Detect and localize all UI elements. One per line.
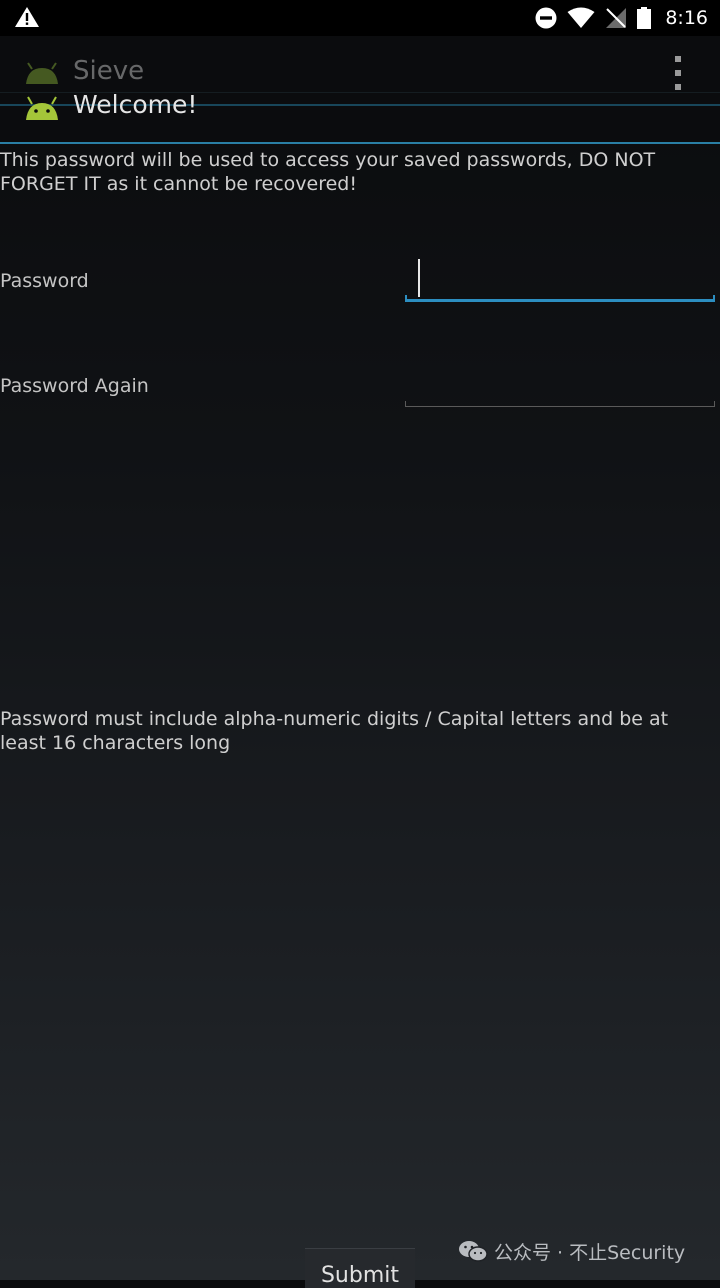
no-signal-icon [606,8,627,28]
do-not-disturb-icon [535,7,557,29]
status-bar: 8:16 [0,0,720,36]
battery-icon [637,7,652,29]
password-field-underline [405,295,715,302]
app-title: Sieve [73,56,145,86]
password-field[interactable] [405,256,715,300]
ghost-action-bar: Sieve [0,54,720,93]
wifi-icon [567,7,595,28]
status-clock: 8:16 [665,7,708,29]
page-title: Welcome! [73,90,198,119]
intro-text: This password will be used to access you… [0,149,656,195]
password-again-field-underline [405,401,715,407]
password-again-field[interactable] [405,360,715,404]
password-hint-text: Password must include alpha-numeric digi… [0,708,669,754]
wechat-icon [459,1241,488,1262]
action-bar: Sieve Welcome! [0,36,720,144]
android-app-icon [26,96,58,120]
password-again-label: Password Again [0,375,149,397]
warning-icon [15,7,39,27]
android-app-icon [26,62,58,84]
submit-button[interactable]: Submit [305,1248,415,1288]
overflow-menu-icon[interactable] [670,56,686,90]
watermark: 公众号 · 不止Security [458,1238,685,1264]
password-label: Password [0,270,89,292]
text-cursor [418,259,420,297]
watermark-text: 公众号 · 不止Security [494,1241,686,1264]
